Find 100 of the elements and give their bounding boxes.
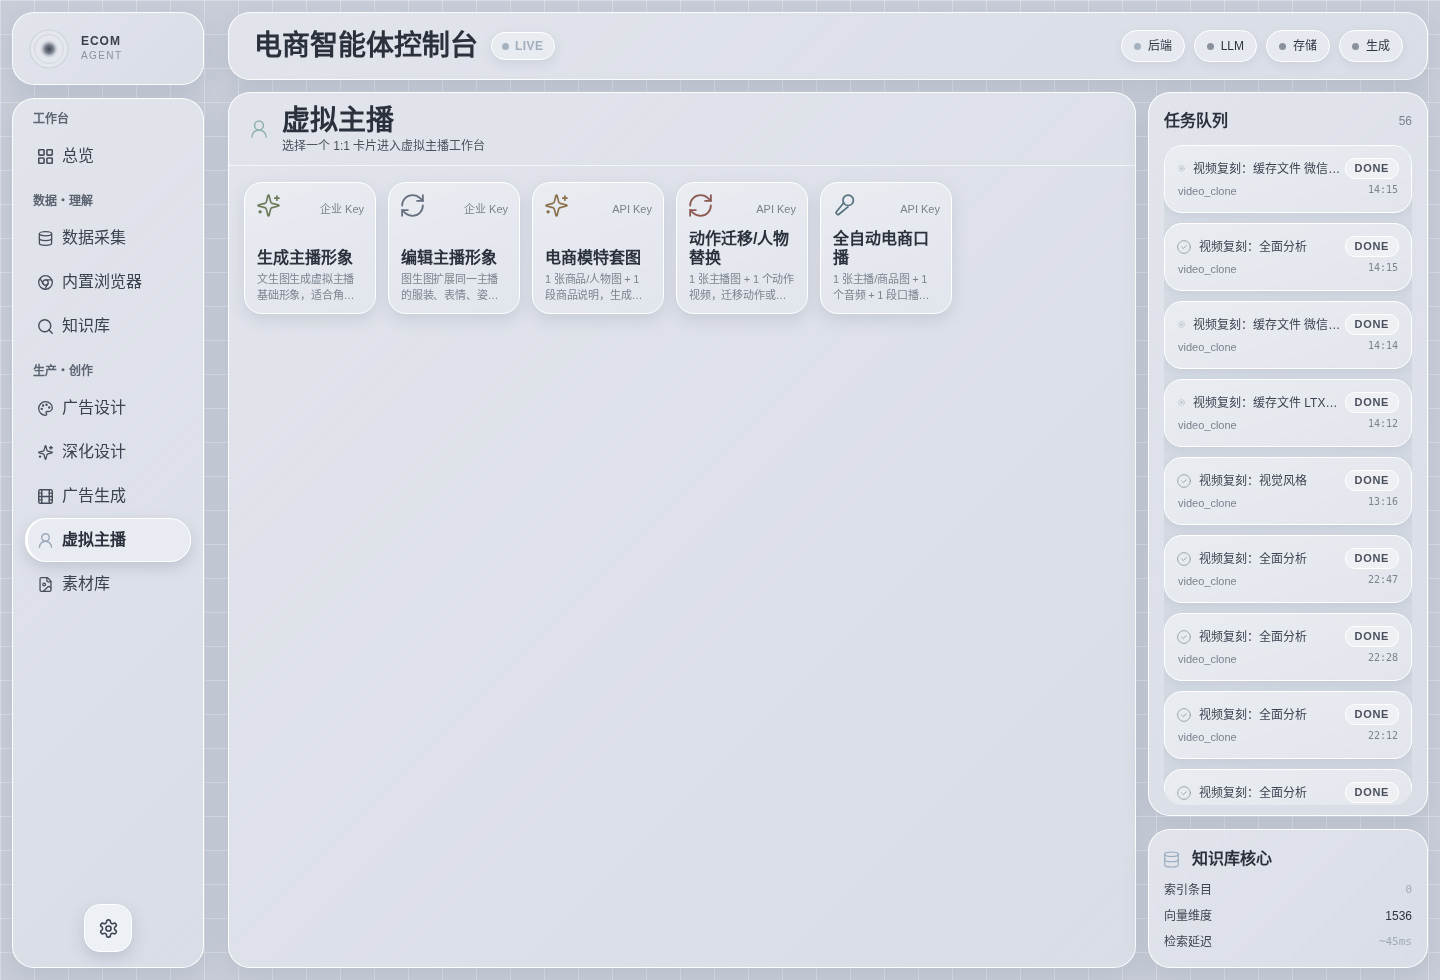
status-badge: DONE — [1344, 314, 1399, 335]
nav-item[interactable]: 知识库 — [25, 304, 191, 348]
nav-item[interactable]: 虚拟主播 — [25, 518, 191, 562]
task-title: 视频复刻：全面分析 — [1199, 550, 1308, 568]
status-badge: DONE — [1344, 470, 1399, 491]
brand-name: ECOM — [81, 34, 122, 49]
card-title: 全自动电商口播 — [833, 229, 930, 267]
nav-item[interactable]: 数据采集 — [25, 216, 191, 260]
feature-card[interactable]: API Key 电商模特套图 1 张商品/人物图 + 1 段商品说明，生成… — [532, 182, 664, 314]
status-badge: DONE — [1344, 782, 1399, 803]
task-time: 13:16 — [1367, 494, 1398, 509]
card-title: 电商模特套图 — [545, 248, 642, 267]
task-card[interactable]: 视频复刻：全面分析 DONE — [1164, 769, 1412, 805]
section-label: 工作台 — [32, 111, 70, 127]
key-tag: API Key — [900, 201, 940, 218]
task-card[interactable]: 视频复刻：全面分析 DONE video_clone 22:12 — [1164, 691, 1412, 759]
nav-item[interactable]: 广告生成 — [25, 474, 191, 518]
card-title: 编辑主播形象 — [401, 248, 498, 267]
task-type: video_clone — [1178, 574, 1237, 589]
task-title: 视频复刻：全面分析 — [1199, 628, 1308, 646]
status-badge: DONE — [1344, 626, 1399, 647]
task-title: 视频复刻：缓存文件 微信… — [1193, 160, 1337, 178]
ring-dot-icon — [1178, 399, 1185, 406]
service-status-button[interactable]: 存储 — [1266, 30, 1330, 62]
feature-card[interactable]: 企业 Key 生成主播形象 文生图生成虚拟主播基础形象，适合角… — [244, 182, 376, 314]
status-badge: DONE — [1344, 236, 1399, 257]
stat-label: 检索延迟 — [1164, 934, 1212, 951]
service-status-button[interactable]: 后端 — [1120, 30, 1185, 62]
check-circle-icon — [1177, 785, 1191, 800]
task-title: 视频复刻：全面分析 — [1199, 784, 1308, 802]
task-title: 视频复刻：缓存文件 LTX… — [1193, 394, 1337, 412]
user-icon — [251, 120, 267, 138]
app-title: 电商智能体控制台 — [254, 29, 478, 63]
task-time: 14:12 — [1367, 416, 1398, 431]
film-icon — [38, 488, 53, 504]
nav-item[interactable]: 素材库 — [25, 562, 191, 606]
task-count: 56 — [1398, 113, 1412, 130]
nav-item[interactable]: 广告设计 — [25, 386, 191, 430]
task-type: video_clone — [1178, 496, 1237, 511]
database-icon — [38, 230, 53, 246]
task-title: 视频复刻：全面分析 — [1199, 706, 1308, 724]
card-title: 生成主播形象 — [257, 248, 354, 267]
status-badge: DONE — [1344, 392, 1399, 413]
status-badge: DONE — [1344, 548, 1399, 569]
ring-dot-icon — [1178, 321, 1185, 328]
sparkles-icon — [38, 444, 53, 460]
user-icon — [38, 532, 53, 548]
section-label: 生产・创作 — [32, 363, 94, 379]
task-time: 22:47 — [1367, 572, 1398, 587]
task-card[interactable]: 视频复刻：全面分析 DONE video_clone 22:28 — [1164, 613, 1412, 681]
image-file-icon — [38, 576, 53, 592]
page-title: 虚拟主播 — [282, 104, 395, 138]
section-label: 数据・理解 — [32, 193, 94, 209]
nav-item[interactable]: 深化设计 — [25, 430, 191, 474]
feature-card[interactable]: API Key 全自动电商口播 1 张主播/商品图 + 1 个音频 + 1 段口播… — [820, 182, 952, 314]
panel-title: 任务队列 — [1164, 111, 1228, 131]
task-card[interactable]: 视频复刻：缓存文件 微信… DONE video_clone 14:15 — [1164, 145, 1412, 213]
task-title: 视频复刻：全面分析 — [1199, 238, 1308, 256]
task-type: video_clone — [1178, 730, 1237, 745]
check-circle-icon — [1177, 707, 1191, 722]
card-description: 1 张商品/人物图 + 1 段商品说明，生成… — [545, 272, 644, 303]
search-icon — [38, 318, 53, 334]
task-time: 22:12 — [1367, 728, 1398, 743]
task-time: 14:15 — [1367, 182, 1398, 197]
task-title: 视频复刻：缓存文件 微信… — [1193, 316, 1337, 334]
card-description: 图生图扩展同一主播的服装、表情、姿… — [401, 272, 500, 303]
task-time: 14:15 — [1367, 260, 1398, 275]
nav-item[interactable]: 总览 — [25, 134, 191, 178]
task-card[interactable]: 视频复刻：缓存文件 LTX… DONE video_clone 14:12 — [1164, 379, 1412, 447]
check-circle-icon — [1177, 239, 1191, 254]
feature-card[interactable]: 企业 Key 编辑主播形象 图生图扩展同一主播的服装、表情、姿… — [388, 182, 520, 314]
stat-label: 索引条目 — [1164, 882, 1212, 899]
page-subtitle: 选择一个 1:1 卡片进入虚拟主播工作台 — [282, 138, 486, 154]
task-card[interactable]: 视频复刻：全面分析 DONE video_clone 14:15 — [1164, 223, 1412, 291]
task-card[interactable]: 视频复刻：缓存文件 微信… DONE video_clone 14:14 — [1164, 301, 1412, 369]
task-card[interactable]: 视频复刻：视觉风格 DONE video_clone 13:16 — [1164, 457, 1412, 525]
nav-item[interactable]: 内置浏览器 — [25, 260, 191, 304]
stat-value: ~45ms — [1378, 933, 1412, 950]
task-type: video_clone — [1178, 262, 1237, 277]
live-label: LIVE — [515, 38, 544, 55]
check-circle-icon — [1177, 629, 1191, 644]
brand-tagline: AGENT — [81, 49, 123, 63]
panel-title: 知识库核心 — [1192, 849, 1272, 869]
task-time: 22:28 — [1367, 650, 1398, 665]
task-card[interactable]: 视频复刻：全面分析 DONE video_clone 22:47 — [1164, 535, 1412, 603]
task-time: 14:14 — [1367, 338, 1398, 353]
key-tag: API Key — [756, 201, 796, 218]
card-description: 1 张主播/商品图 + 1 个音频 + 1 段口播… — [833, 272, 931, 303]
settings-button[interactable] — [84, 904, 132, 952]
aperture-icon — [38, 274, 53, 290]
service-status-button[interactable]: 生成 — [1339, 30, 1403, 62]
check-circle-icon — [1177, 551, 1191, 566]
grid-icon — [38, 148, 53, 164]
stat-value: 1536 — [1385, 908, 1412, 925]
service-status-button[interactable]: LLM — [1193, 30, 1257, 62]
feature-card[interactable]: API Key 动作迁移/人物替换 1 张主播图 + 1 个动作视频，迁移动作或… — [676, 182, 808, 314]
task-type: video_clone — [1178, 184, 1237, 199]
task-title: 视频复刻：视觉风格 — [1199, 472, 1308, 490]
card-description: 文生图生成虚拟主播基础形象，适合角… — [257, 272, 356, 303]
card-description: 1 张主播图 + 1 个动作视频，迁移动作或… — [689, 272, 795, 303]
